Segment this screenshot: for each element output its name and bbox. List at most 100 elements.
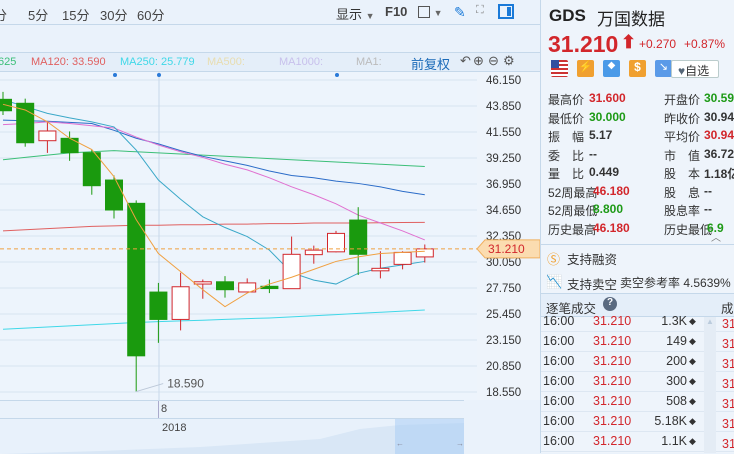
- ma-legend: 625 MA120: 33.590 MA250: 25.779 MA500: M…: [0, 52, 540, 72]
- stat-value: 5.17: [589, 128, 613, 142]
- undo-icon[interactable]: ↶: [460, 53, 471, 69]
- watch-label: 自选: [685, 64, 710, 78]
- short-chart-icon: 📉: [546, 274, 563, 289]
- diamond-icon: ◆: [689, 336, 696, 346]
- price-change-pct: +0.87%: [684, 37, 726, 51]
- candle-body: [304, 249, 323, 256]
- range-navigator[interactable]: 2018 ← →: [0, 418, 464, 454]
- trades-scrollbar[interactable]: ▲: [704, 317, 716, 453]
- adjust-forward-button[interactable]: 前复权: [411, 54, 450, 73]
- candle-body: [60, 137, 79, 154]
- side-price: 31: [722, 417, 734, 431]
- candle-body: [16, 102, 35, 144]
- y-tick-label: 20.850: [486, 361, 521, 373]
- y-tick-label: 34.650: [486, 205, 521, 217]
- y-tick-label: 27.750: [486, 283, 521, 295]
- side-price: 31: [722, 337, 734, 351]
- candle-body: [38, 130, 57, 142]
- event-marker-dot: [335, 73, 339, 77]
- navigator-window[interactable]: ← →: [395, 419, 464, 454]
- price-change: +0.270: [639, 37, 677, 51]
- help-icon[interactable]: ?: [603, 297, 617, 311]
- trade-time: 16:00: [543, 434, 575, 448]
- period-15min[interactable]: 15分: [62, 5, 89, 24]
- stat-label: 最低价: [548, 111, 585, 126]
- x-tick-label: 8: [161, 403, 168, 415]
- candle-body: [371, 267, 390, 272]
- collapse-chevron-icon[interactable]: ︿: [711, 229, 721, 244]
- arrow-up-icon: ⬆: [621, 32, 637, 52]
- quote-panel: GDS 万国数据 31.210 ⬆ +0.270 +0.87% ⚡ ◆ $ ↘ …: [540, 0, 734, 453]
- us-flag-icon: [551, 60, 568, 77]
- stat-value: 0.449: [589, 165, 620, 179]
- candlestick-chart[interactable]: 46.15043.85041.55039.25036.95034.65032.3…: [0, 72, 540, 400]
- stat-label: 股 息: [664, 185, 701, 200]
- margin-support: 支持融资: [567, 253, 618, 267]
- settings-gear-icon[interactable]: ⚙: [503, 53, 515, 69]
- flash-icon[interactable]: ⚡: [577, 60, 594, 77]
- stat-label: 52周最高: [548, 185, 598, 200]
- brush-icon[interactable]: ✎: [454, 4, 466, 21]
- ma250-value: MA250: 25.779: [120, 56, 195, 68]
- candle-body: [127, 202, 146, 357]
- trade-time: 16:00: [543, 334, 575, 348]
- diamond-icon: ◆: [689, 396, 696, 406]
- y-tick-label: 23.150: [486, 335, 521, 347]
- event-marker-dot: [113, 73, 117, 77]
- zoom-out-icon[interactable]: ⊖: [488, 53, 499, 69]
- trade-volume: 200: [666, 354, 687, 368]
- tag-icon[interactable]: ◆: [603, 60, 620, 77]
- stat-value: --: [704, 202, 712, 216]
- stat-value: 30.59: [704, 91, 734, 105]
- event-marker-dot: [157, 73, 161, 77]
- trade-price: 31.210: [593, 334, 632, 348]
- draw-shape-button[interactable]: ▼: [418, 4, 443, 19]
- stat-label: 历史最高: [548, 222, 597, 237]
- fullscreen-icon[interactable]: ⛶: [476, 4, 484, 17]
- trade-time: 16:00: [543, 314, 575, 328]
- coin-icon: Ⓢ: [547, 252, 561, 267]
- short-rate: 卖空参考率 4.5639%: [620, 276, 731, 290]
- period-30min[interactable]: 30分: [100, 5, 127, 24]
- arrow-left-icon[interactable]: ←: [396, 439, 404, 448]
- current-price-label: 31.210: [488, 242, 525, 256]
- candle-body: [171, 286, 190, 320]
- square-icon: [418, 6, 430, 18]
- trade-time: 16:00: [543, 374, 575, 388]
- stat-label: 平均价: [664, 130, 701, 144]
- dollar-icon[interactable]: $: [629, 60, 646, 77]
- trade-time: 16:00: [543, 394, 575, 408]
- diamond-icon: ◆: [689, 316, 696, 326]
- side-price: 31: [722, 397, 734, 411]
- y-tick-label: 25.450: [486, 309, 521, 321]
- y-tick-label: 46.150: [486, 75, 521, 87]
- stat-value: 30.94: [704, 109, 734, 124]
- f10-button[interactable]: F10: [385, 4, 407, 19]
- diamond-icon: ◆: [689, 356, 696, 366]
- arrow-right-icon[interactable]: →: [456, 439, 464, 448]
- trend-down-icon[interactable]: ↘: [655, 60, 672, 77]
- stat-label: 股息率: [664, 204, 701, 218]
- zoom-in-icon[interactable]: ⊕: [473, 53, 484, 69]
- candle-body: [216, 281, 234, 291]
- stat-label: 委 比: [548, 148, 585, 163]
- period-day[interactable]: 分: [0, 5, 7, 24]
- diamond-icon: ◆: [689, 436, 696, 446]
- display-menu[interactable]: 显示 ▼: [336, 4, 375, 23]
- trade-time: 16:00: [543, 354, 575, 368]
- candle-body: [282, 253, 301, 290]
- diamond-icon: ◆: [689, 416, 696, 426]
- add-watchlist-button[interactable]: ♥自选: [671, 60, 719, 78]
- panel-toggle-icon[interactable]: [498, 4, 514, 19]
- caret-down-icon: ▼: [365, 11, 375, 21]
- ma120-value: MA120: 33.590: [31, 56, 106, 68]
- period-5min[interactable]: 5分: [28, 5, 48, 24]
- period-60min[interactable]: 60分: [137, 5, 164, 24]
- candle-body: [82, 152, 101, 187]
- y-tick-label: 39.250: [486, 153, 521, 165]
- last-price: 31.210: [548, 31, 619, 57]
- x-axis: 8: [0, 400, 464, 418]
- ma500-value: MA500:: [207, 56, 245, 68]
- stat-label: 量 比: [548, 167, 585, 181]
- side-price: 31: [722, 377, 734, 391]
